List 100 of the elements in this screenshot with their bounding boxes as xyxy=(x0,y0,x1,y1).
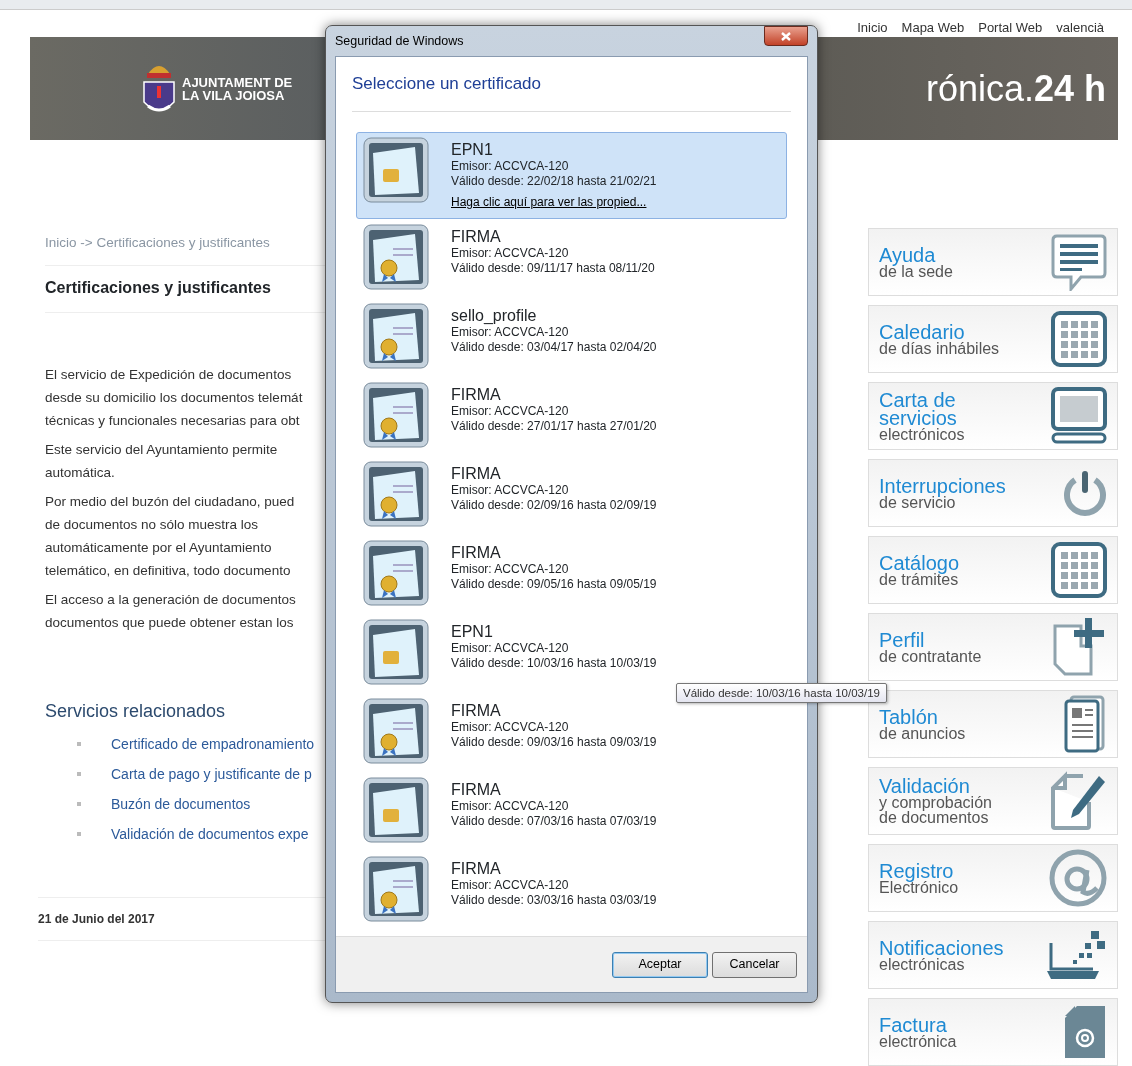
certificate-validity: Válido desde: 27/01/17 hasta 27/01/20 xyxy=(451,418,657,434)
certificate-seal-icon xyxy=(363,697,429,764)
calendar-grid-icon xyxy=(1051,311,1107,367)
certificate-item[interactable]: FIRMA Emisor: ACCVCA-120 Válido desde: 02/09/16 hasta 02/09/19 xyxy=(356,455,658,535)
certificate-name: EPN1 xyxy=(451,140,494,159)
cancel-button[interactable]: Cancelar xyxy=(712,951,797,978)
section-heading: Servicios relacionados xyxy=(45,700,227,724)
monitor-icon xyxy=(1051,387,1107,445)
laptop-icon xyxy=(1045,929,1107,981)
close-button[interactable] xyxy=(764,26,808,46)
bullet-icon xyxy=(77,772,81,777)
tile-subtitle: y comprobación de documentos xyxy=(879,795,992,825)
paragraph-line: El acceso a la generación de documentos xyxy=(45,591,297,610)
certificate-name: FIRMA xyxy=(451,464,502,483)
certificate-item[interactable]: FIRMA Emisor: ACCVCA-120 Válido desde: 09/11/17 hasta 08/11/20 xyxy=(356,218,656,298)
certificate-name: EPN1 xyxy=(451,622,494,641)
certificate-seal-icon xyxy=(363,302,429,369)
certificate-item[interactable]: FIRMA Emisor: ACCVCA-120 Válido desde: 27/01/17 hasta 27/01/20 xyxy=(356,376,658,456)
nav-link-text[interactable]: Mapa Web xyxy=(901,17,965,37)
tooltip: Válido desde: 10/03/16 hasta 10/03/19 xyxy=(676,683,887,703)
certificate-issuer: Emisor: ACCVCA-120 xyxy=(451,324,570,340)
certificate-seal-icon xyxy=(363,223,429,290)
speech-bubble-icon xyxy=(1051,233,1107,291)
smart-card-icon xyxy=(363,776,429,843)
certificate-item[interactable]: FIRMA Emisor: ACCVCA-120 Válido desde: 07/03/16 hasta 07/03/19 xyxy=(356,771,658,851)
paragraph-line: documentos que puede obtener estan los xyxy=(45,614,295,633)
certificate-issuer: Emisor: ACCVCA-120 xyxy=(451,561,570,577)
close-icon xyxy=(781,31,791,41)
paragraph-line: automáticamente por el Ayuntamiento xyxy=(45,539,273,558)
service-link[interactable]: Carta de pago y justificante de p xyxy=(111,763,312,785)
certificate-validity: Válido desde: 22/02/18 hasta 21/02/21 xyxy=(451,173,657,189)
certificate-seal-icon xyxy=(363,855,429,922)
certificate-item[interactable]: FIRMA Emisor: ACCVCA-120 Válido desde: 09/05/16 hasta 09/05/19 xyxy=(356,534,658,614)
paragraph-line: de documentos no sólo muestra los xyxy=(45,516,260,535)
certificate-seal-icon xyxy=(363,539,429,606)
sidebar-tile[interactable]: Factura electrónica xyxy=(868,998,1118,1066)
power-icon xyxy=(1063,470,1107,516)
certificate-item[interactable]: FIRMA Emisor: ACCVCA-120 Válido desde: 03/03/16 hasta 03/03/19 xyxy=(356,850,658,930)
sidebar-tile[interactable]: Carta de servicios electrónicos xyxy=(868,382,1118,450)
certificate-validity: Válido desde: 09/11/17 hasta 08/11/20 xyxy=(451,260,655,276)
certificate-item[interactable]: EPN1 Emisor: ACCVCA-120 Válido desde: 22/02/18 hasta 21/02/21 Haga clic aquí para ver las propied... xyxy=(356,131,787,219)
sidebar-tile[interactable]: Validación y comprobación de documentos xyxy=(868,767,1118,835)
bullet-icon xyxy=(77,742,81,747)
smart-card-icon xyxy=(363,136,429,203)
sidebar-tile[interactable]: Interrupciones de servicio xyxy=(868,459,1118,527)
certificate-issuer: Emisor: ACCVCA-120 xyxy=(451,403,570,419)
paragraph-line: desde su domicilio los documentos telemát xyxy=(45,389,304,408)
certificate-name: FIRMA xyxy=(451,780,502,799)
certificate-validity: Válido desde: 10/03/16 hasta 10/03/19 xyxy=(451,655,657,671)
bullet-icon xyxy=(77,802,81,807)
paragraph-line: telemático, en definitiva, todo documento xyxy=(45,562,292,581)
certificate-item[interactable]: FIRMA Emisor: ACCVCA-120 Válido desde: 09/03/16 hasta 09/03/19 xyxy=(356,692,658,772)
paragraph-line: El servicio de Expedición de documentos xyxy=(45,366,293,385)
certificate-issuer: Emisor: ACCVCA-120 xyxy=(451,245,570,261)
certificate-seal-icon xyxy=(363,460,429,527)
certificate-item[interactable]: EPN1 Emisor: ACCVCA-120 Válido desde: 10/03/16 hasta 10/03/19 xyxy=(356,613,658,693)
nav-link-text[interactable]: Portal Web xyxy=(978,17,1043,37)
certificate-validity: Válido desde: 09/03/16 hasta 09/03/19 xyxy=(451,734,657,750)
tile-subtitle: de contratante xyxy=(879,648,982,664)
document-at-icon xyxy=(1063,1004,1107,1060)
sidebar-tile[interactable]: Caledario de días inhábiles xyxy=(868,305,1118,373)
certificate-name: FIRMA xyxy=(451,227,502,246)
sidebar-tile[interactable]: Ayuda de la sede xyxy=(868,228,1118,296)
tile-title: Factura xyxy=(879,1015,947,1034)
certificate-issuer: Emisor: ACCVCA-120 xyxy=(451,798,570,814)
at-sign-icon xyxy=(1047,848,1107,908)
sidebar-tile[interactable]: Registro Electrónico xyxy=(868,844,1118,912)
paragraph-line: automática. xyxy=(45,464,116,483)
service-link[interactable]: Buzón de documentos xyxy=(111,793,251,815)
certificate-name: FIRMA xyxy=(451,859,502,878)
tile-title: Registro xyxy=(879,861,954,880)
paragraph-line: técnicas y funcionales necesarias para obt xyxy=(45,412,301,431)
tile-subtitle: electrónicos xyxy=(879,426,966,442)
certificate-validity: Válido desde: 02/09/16 hasta 02/09/19 xyxy=(451,497,657,513)
document-pen-icon xyxy=(1049,770,1107,832)
service-link[interactable]: Validación de documentos expe xyxy=(111,823,309,845)
sidebar-tile[interactable]: Catálogo de trámites xyxy=(868,536,1118,604)
tile-title: Notificaciones xyxy=(879,938,1004,957)
nav-link-text[interactable]: valencià xyxy=(1056,17,1104,37)
tile-title: Caledario xyxy=(879,322,965,341)
certificate-issuer: Emisor: ACCVCA-120 xyxy=(451,877,570,893)
paragraph-line: Por medio del buzón del ciudadano, pued xyxy=(45,493,296,512)
service-link[interactable]: Certificado de empadronamiento xyxy=(111,733,315,755)
certificate-validity: Válido desde: 03/03/16 hasta 03/03/19 xyxy=(451,892,657,908)
certificate-validity: Válido desde: 07/03/16 hasta 07/03/19 xyxy=(451,813,657,829)
site-title: rónica.24 h xyxy=(925,66,1106,111)
dialog-heading: Seleccione un certificado xyxy=(352,71,791,112)
certificate-issuer: Emisor: ACCVCA-120 xyxy=(451,719,570,735)
sidebar-tile[interactable]: Notificaciones electrónicas xyxy=(868,921,1118,989)
tile-title: Catálogo xyxy=(879,553,960,572)
dialog-title: Seguridad de Windows xyxy=(335,32,464,50)
accept-button[interactable]: Aceptar xyxy=(612,951,708,978)
certificate-item[interactable]: sello_profile Emisor: ACCVCA-120 Válido desde: 03/04/17 hasta 02/04/20 xyxy=(356,297,658,377)
sidebar-tile[interactable]: Perfil de contratante xyxy=(868,613,1118,681)
certificate-validity: Válido desde: 03/04/17 hasta 02/04/20 xyxy=(451,339,657,355)
nav-link-text[interactable]: Inicio xyxy=(857,17,888,37)
tile-subtitle: electrónica xyxy=(879,1033,957,1049)
newspaper-icon xyxy=(1063,695,1107,753)
tile-subtitle: electrónicas xyxy=(879,956,966,972)
properties-link[interactable]: Haga clic aquí para ver las propied... xyxy=(451,194,647,209)
